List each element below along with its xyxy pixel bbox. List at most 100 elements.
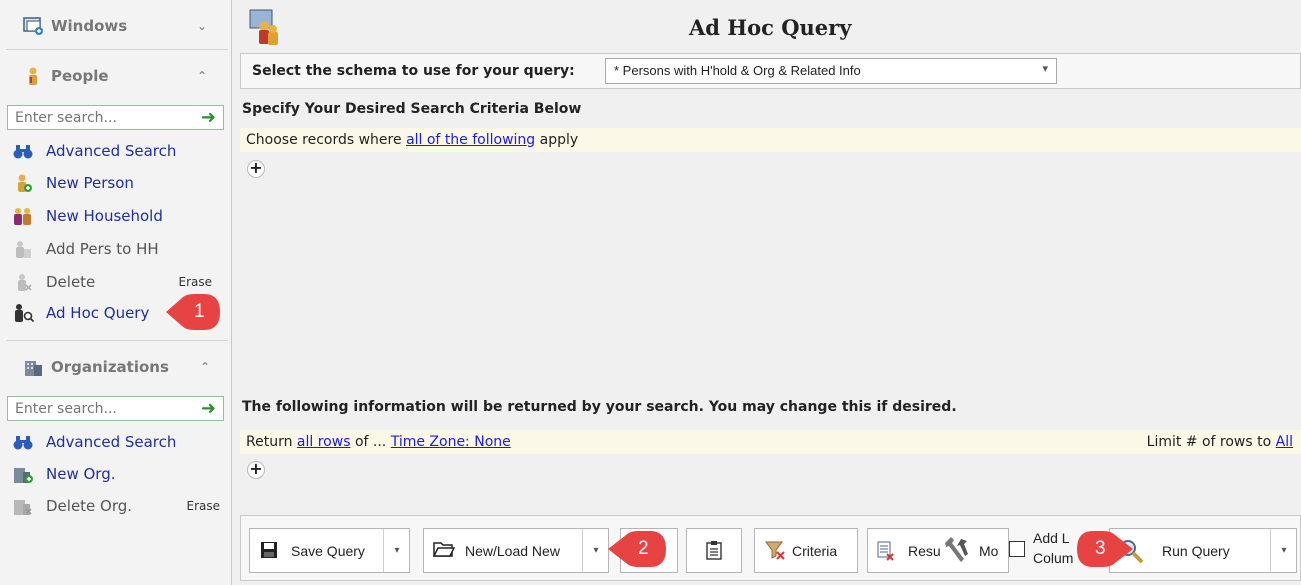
- criteria-bar: Choose records where all of the followin…: [240, 128, 1301, 152]
- shortcut-label: Erase: [186, 499, 220, 513]
- arrow-right-icon[interactable]: ➜: [201, 107, 216, 128]
- chevron-up-icon: ⌃: [197, 69, 208, 83]
- run-query-dropdown[interactable]: ▾: [1270, 529, 1297, 572]
- criteria-label: Criteria: [792, 543, 838, 559]
- new-load-dropdown[interactable]: ▾: [582, 529, 609, 572]
- paste-button[interactable]: [686, 528, 742, 573]
- chevron-up-icon: ⌃: [200, 360, 211, 374]
- organizations-search-box: ➜: [7, 396, 224, 421]
- sidebar-item-label: Advanced Search: [46, 142, 177, 160]
- bottom-toolbar: Save Query ▾ New/Load New ▾ Criteria Res…: [240, 515, 1301, 581]
- delete-organization-icon: [14, 500, 32, 515]
- schema-row: Select the schema to use for your query:…: [240, 53, 1301, 89]
- new-load-button[interactable]: New/Load New ▾: [423, 528, 609, 573]
- tools-icon: [945, 537, 968, 562]
- sidebar-item-label: Advanced Search: [46, 433, 177, 451]
- sidebar-item-label: Ad Hoc Query: [46, 304, 150, 322]
- divider: [6, 340, 228, 341]
- people-group-label: People: [51, 67, 109, 85]
- new-organization-icon: [14, 468, 33, 483]
- sidebar-item-label: Delete Org.: [46, 497, 133, 515]
- sidebar-item-label: New Household: [46, 207, 163, 225]
- chevron-down-icon: ⌄: [197, 19, 208, 33]
- criteria-mode-link[interactable]: all of the following: [406, 132, 535, 148]
- organizations-search-input[interactable]: [15, 400, 195, 417]
- limit-rows: Limit # of rows to All: [1147, 434, 1293, 450]
- criteria-prefix: Choose records where: [246, 132, 402, 148]
- return-bar: Return all rows of ... Time Zone: None L…: [240, 430, 1301, 454]
- add-criteria-button[interactable]: +: [247, 160, 265, 178]
- sidebar-item-label: Add Pers to HH: [46, 240, 159, 258]
- time-zone-link[interactable]: Time Zone: None: [391, 434, 511, 450]
- callout-badge: 3: [1075, 529, 1135, 569]
- add-return-column-button[interactable]: +: [247, 461, 265, 479]
- binoculars-icon: [13, 145, 33, 159]
- sidebar-item-add-pers-to-hh: Add Pers to HH: [0, 234, 230, 264]
- add-label-columns-label-1: Add L: [1033, 530, 1070, 546]
- callout-badge: 2: [608, 529, 666, 569]
- main-panel: Ad Hoc Query Select the schema to use fo…: [234, 0, 1301, 585]
- arrow-right-icon[interactable]: ➜: [201, 398, 216, 419]
- sidebar-item-advanced-search[interactable]: Advanced Search: [0, 136, 230, 166]
- sidebar-item-label: New Person: [46, 174, 134, 192]
- windows-group-label: Windows: [51, 17, 128, 35]
- ad-hoc-query-app-icon: [249, 9, 278, 45]
- limit-label: Limit # of rows to: [1146, 434, 1272, 450]
- sidebar-item-delete-org: Delete Org. Erase: [0, 491, 230, 521]
- windows-icon: [23, 17, 43, 35]
- return-heading: The following information will be return…: [242, 399, 957, 415]
- modify-button[interactable]: Mo: [941, 528, 1009, 573]
- schema-select[interactable]: * Persons with H'hold & Org & Related In…: [605, 58, 1057, 84]
- people-search-input[interactable]: [15, 109, 195, 126]
- results-button[interactable]: Resu: [867, 528, 947, 573]
- sidebar-item-label: New Org.: [46, 465, 116, 483]
- delete-person-icon: [18, 274, 32, 291]
- people-group-header[interactable]: People ⌃: [0, 57, 230, 95]
- windows-group-header[interactable]: Windows ⌄: [0, 7, 230, 45]
- household-icon: [14, 208, 31, 225]
- schema-selected-value: * Persons with H'hold & Org & Related In…: [614, 63, 861, 78]
- organization-icon: [25, 361, 42, 376]
- run-query-button[interactable]: Run Query ▾: [1109, 528, 1297, 573]
- sidebar-item-new-person[interactable]: New Person: [0, 168, 230, 198]
- person-icon: [29, 67, 37, 85]
- new-load-label: New/Load New: [465, 543, 560, 559]
- results-delete-icon: [877, 541, 894, 561]
- criteria-button[interactable]: Criteria: [754, 528, 858, 573]
- sidebar-item-org-advanced-search[interactable]: Advanced Search: [0, 427, 230, 457]
- add-label-columns-checkbox[interactable]: [1009, 541, 1025, 557]
- add-person-to-household-icon: [16, 241, 31, 258]
- results-label: Resu: [908, 543, 941, 559]
- binoculars-icon: [13, 436, 33, 450]
- filter-delete-icon: [765, 541, 785, 560]
- add-label-columns-label-2: Colum: [1033, 550, 1074, 566]
- page-title: Ad Hoc Query: [689, 15, 852, 40]
- shortcut-label: Erase: [178, 275, 212, 289]
- modify-label: Mo: [979, 543, 999, 559]
- organizations-group-header[interactable]: Organizations ⌃: [0, 348, 230, 386]
- new-person-icon: [18, 174, 32, 192]
- people-search-box: ➜: [7, 105, 224, 130]
- open-folder-icon: [433, 542, 455, 557]
- save-query-label: Save Query: [291, 543, 365, 559]
- return-prefix: Return: [246, 434, 293, 450]
- divider: [6, 49, 228, 50]
- return-rows-link[interactable]: all rows: [297, 434, 351, 450]
- chevron-down-icon: ▾: [1042, 63, 1048, 75]
- query-people-icon: [15, 304, 34, 323]
- criteria-heading: Specify Your Desired Search Criteria Bel…: [242, 101, 582, 117]
- limit-rows-link[interactable]: All: [1276, 434, 1293, 450]
- clipboard-icon: [706, 541, 722, 560]
- callout-badge: 1: [164, 292, 222, 332]
- return-of: of ...: [354, 434, 387, 450]
- save-query-button[interactable]: Save Query ▾: [249, 528, 410, 573]
- save-query-dropdown[interactable]: ▾: [383, 529, 410, 572]
- sidebar-item-label: Delete: [46, 273, 96, 291]
- sidebar-item-new-household[interactable]: New Household: [0, 201, 230, 231]
- sidebar-item-new-org[interactable]: New Org.: [0, 459, 230, 489]
- floppy-disk-icon: [261, 542, 277, 558]
- schema-label: Select the schema to use for your query:: [252, 63, 575, 79]
- organizations-group-label: Organizations: [51, 358, 169, 376]
- run-query-label: Run Query: [1162, 543, 1230, 559]
- criteria-suffix: apply: [539, 132, 579, 148]
